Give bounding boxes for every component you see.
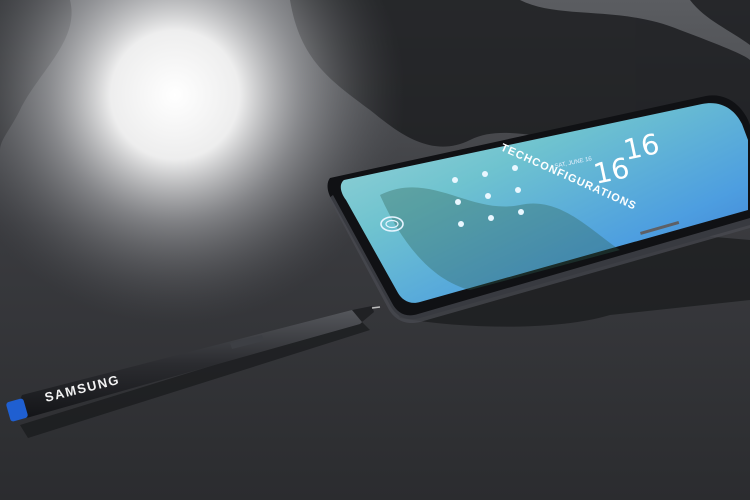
pattern-dot <box>515 187 521 193</box>
pattern-dot <box>455 199 461 205</box>
pattern-dot <box>488 215 494 221</box>
pen-tip <box>371 306 381 309</box>
photo-scene: TECHCONFIGURATIONS 16 16 SAT, JUNE 16 SA… <box>0 0 750 500</box>
pattern-dot <box>485 193 491 199</box>
pattern-dot <box>458 221 464 227</box>
pattern-dot <box>512 165 518 171</box>
pattern-dot <box>482 171 488 177</box>
pattern-dot <box>518 209 524 215</box>
pattern-dot <box>452 177 458 183</box>
scene-graphic: TECHCONFIGURATIONS 16 16 SAT, JUNE 16 SA… <box>0 0 750 500</box>
